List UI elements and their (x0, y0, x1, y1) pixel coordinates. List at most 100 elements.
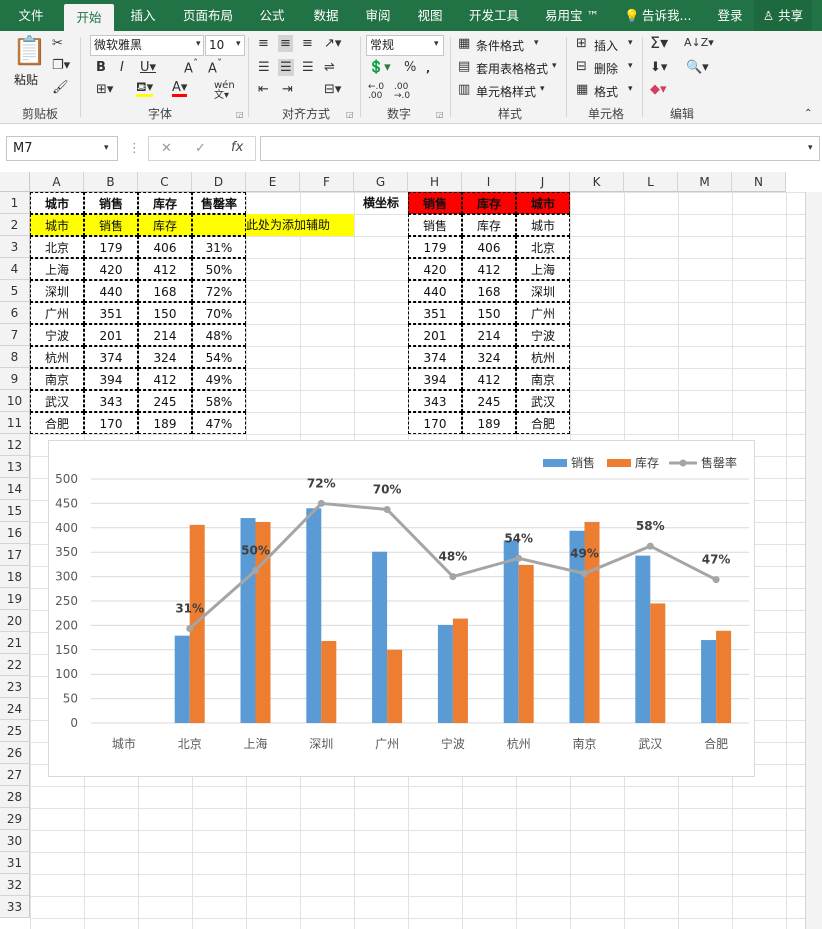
right-table-cell[interactable]: 412 (462, 368, 516, 390)
table-cell[interactable]: 48% (192, 324, 246, 346)
row-header-19[interactable]: 19 (0, 588, 30, 610)
table-cell[interactable]: 宁波 (30, 324, 84, 346)
function-icon[interactable]: fx (231, 141, 243, 154)
row-header-9[interactable]: 9 (0, 368, 30, 390)
tab-file[interactable]: 文件 (8, 0, 54, 31)
helper-cell[interactable] (192, 214, 246, 236)
right-table-cell[interactable]: 杭州 (516, 346, 570, 368)
right-table-cell[interactable]: 广州 (516, 302, 570, 324)
right-table-cell[interactable]: 440 (408, 280, 462, 302)
table-cell[interactable]: 374 (84, 346, 138, 368)
row-header-13[interactable]: 13 (0, 456, 30, 478)
right-table-cell[interactable]: 374 (408, 346, 462, 368)
right-header-cell[interactable]: 库存 (462, 192, 516, 214)
right-table-cell[interactable]: 168 (462, 280, 516, 302)
column-header-D[interactable]: D (192, 172, 246, 192)
row-header-3[interactable]: 3 (0, 236, 30, 258)
column-header-M[interactable]: M (678, 172, 732, 192)
right-helper-cell[interactable]: 销售 (408, 214, 462, 236)
name-box[interactable]: M7 (6, 136, 118, 161)
table-cell[interactable]: 武汉 (30, 390, 84, 412)
row-header-25[interactable]: 25 (0, 720, 30, 742)
row-header-24[interactable]: 24 (0, 698, 30, 720)
accounting-format-icon[interactable]: 💲▾ (368, 61, 391, 74)
tab-home[interactable]: 开始 (64, 4, 114, 31)
cancel-icon[interactable]: ✕ (161, 142, 172, 155)
row-header-33[interactable]: 33 (0, 896, 30, 918)
enter-icon[interactable]: ✓ (195, 142, 206, 155)
column-header-N[interactable]: N (732, 172, 786, 192)
table-cell[interactable]: 179 (84, 236, 138, 258)
row-header-4[interactable]: 4 (0, 258, 30, 280)
tab-formulas[interactable]: 公式 (250, 0, 294, 31)
table-cell[interactable]: 412 (138, 258, 192, 280)
row-header-27[interactable]: 27 (0, 764, 30, 786)
helper-cell[interactable]: 销售 (84, 214, 138, 236)
row-header-29[interactable]: 29 (0, 808, 30, 830)
expand-formula-icon[interactable]: ▾ (808, 144, 813, 153)
row-header-11[interactable]: 11 (0, 412, 30, 434)
table-cell[interactable]: 南京 (30, 368, 84, 390)
table-cell[interactable]: 49% (192, 368, 246, 390)
row-header-22[interactable]: 22 (0, 654, 30, 676)
table-cell[interactable]: 47% (192, 412, 246, 434)
number-format-select[interactable]: 常规 (366, 35, 444, 56)
right-table-cell[interactable]: 201 (408, 324, 462, 346)
row-header-21[interactable]: 21 (0, 632, 30, 654)
sort-filter-icon[interactable]: A↓Z▾ (684, 37, 714, 48)
right-table-cell[interactable]: 150 (462, 302, 516, 324)
right-table-cell[interactable]: 343 (408, 390, 462, 412)
right-table-cell[interactable]: 189 (462, 412, 516, 434)
font-color-icon[interactable]: A▾ (172, 81, 188, 97)
tab-addin[interactable]: 易用宝 ™ (540, 0, 604, 31)
copy-icon[interactable]: ❐▾ (52, 59, 70, 72)
right-table-cell[interactable]: 324 (462, 346, 516, 368)
row-header-20[interactable]: 20 (0, 610, 30, 632)
select-all-corner[interactable] (0, 172, 30, 192)
row-header-32[interactable]: 32 (0, 874, 30, 896)
right-table-cell[interactable]: 南京 (516, 368, 570, 390)
clear-icon[interactable]: ◆▾ (650, 83, 667, 96)
row-header-28[interactable]: 28 (0, 786, 30, 808)
table-cell[interactable]: 351 (84, 302, 138, 324)
row-header-16[interactable]: 16 (0, 522, 30, 544)
paste-icon[interactable]: 📋 (12, 37, 47, 65)
format-cells-button[interactable]: 格式 (594, 83, 618, 100)
header-cell[interactable]: 销售 (84, 192, 138, 214)
row-header-31[interactable]: 31 (0, 852, 30, 874)
combo-chart[interactable]: 500 450 400 350 300 250 200 150 100 50 0 城市 北京 上海 深圳 广州… (48, 440, 755, 777)
table-cell[interactable]: 深圳 (30, 280, 84, 302)
table-cell[interactable]: 50% (192, 258, 246, 280)
login-button[interactable]: 登录 (712, 0, 748, 31)
row-header-8[interactable]: 8 (0, 346, 30, 368)
align-bottom-icon[interactable]: ≡ (302, 37, 313, 50)
format-painter-icon[interactable]: 🖌 (52, 81, 69, 94)
column-header-B[interactable]: B (84, 172, 138, 192)
italic-icon[interactable]: I (120, 61, 124, 74)
right-table-cell[interactable]: 214 (462, 324, 516, 346)
row-header-14[interactable]: 14 (0, 478, 30, 500)
wrap-text-icon[interactable]: ⇌ (324, 61, 335, 74)
collapse-ribbon-icon[interactable]: ⌃ (804, 109, 812, 119)
phonetic-icon[interactable]: wén 文▾ (214, 81, 235, 101)
column-header-K[interactable]: K (570, 172, 624, 192)
underline-icon[interactable]: U▾ (140, 61, 156, 74)
right-table-cell[interactable]: 420 (408, 258, 462, 280)
table-cell[interactable]: 北京 (30, 236, 84, 258)
table-cell[interactable]: 201 (84, 324, 138, 346)
right-table-cell[interactable]: 179 (408, 236, 462, 258)
right-table-cell[interactable]: 深圳 (516, 280, 570, 302)
fill-icon[interactable]: ⬇▾ (650, 61, 667, 74)
table-cell[interactable]: 420 (84, 258, 138, 280)
right-helper-cell[interactable]: 库存 (462, 214, 516, 236)
percent-icon[interactable]: % (404, 61, 416, 74)
align-right-icon[interactable]: ☰ (302, 61, 314, 74)
right-table-cell[interactable]: 宁波 (516, 324, 570, 346)
column-header-G[interactable]: G (354, 172, 408, 192)
row-header-6[interactable]: 6 (0, 302, 30, 324)
table-cell[interactable]: 58% (192, 390, 246, 412)
table-cell[interactable]: 广州 (30, 302, 84, 324)
tab-view[interactable]: 视图 (408, 0, 452, 31)
right-table-cell[interactable]: 北京 (516, 236, 570, 258)
column-header-J[interactable]: J (516, 172, 570, 192)
